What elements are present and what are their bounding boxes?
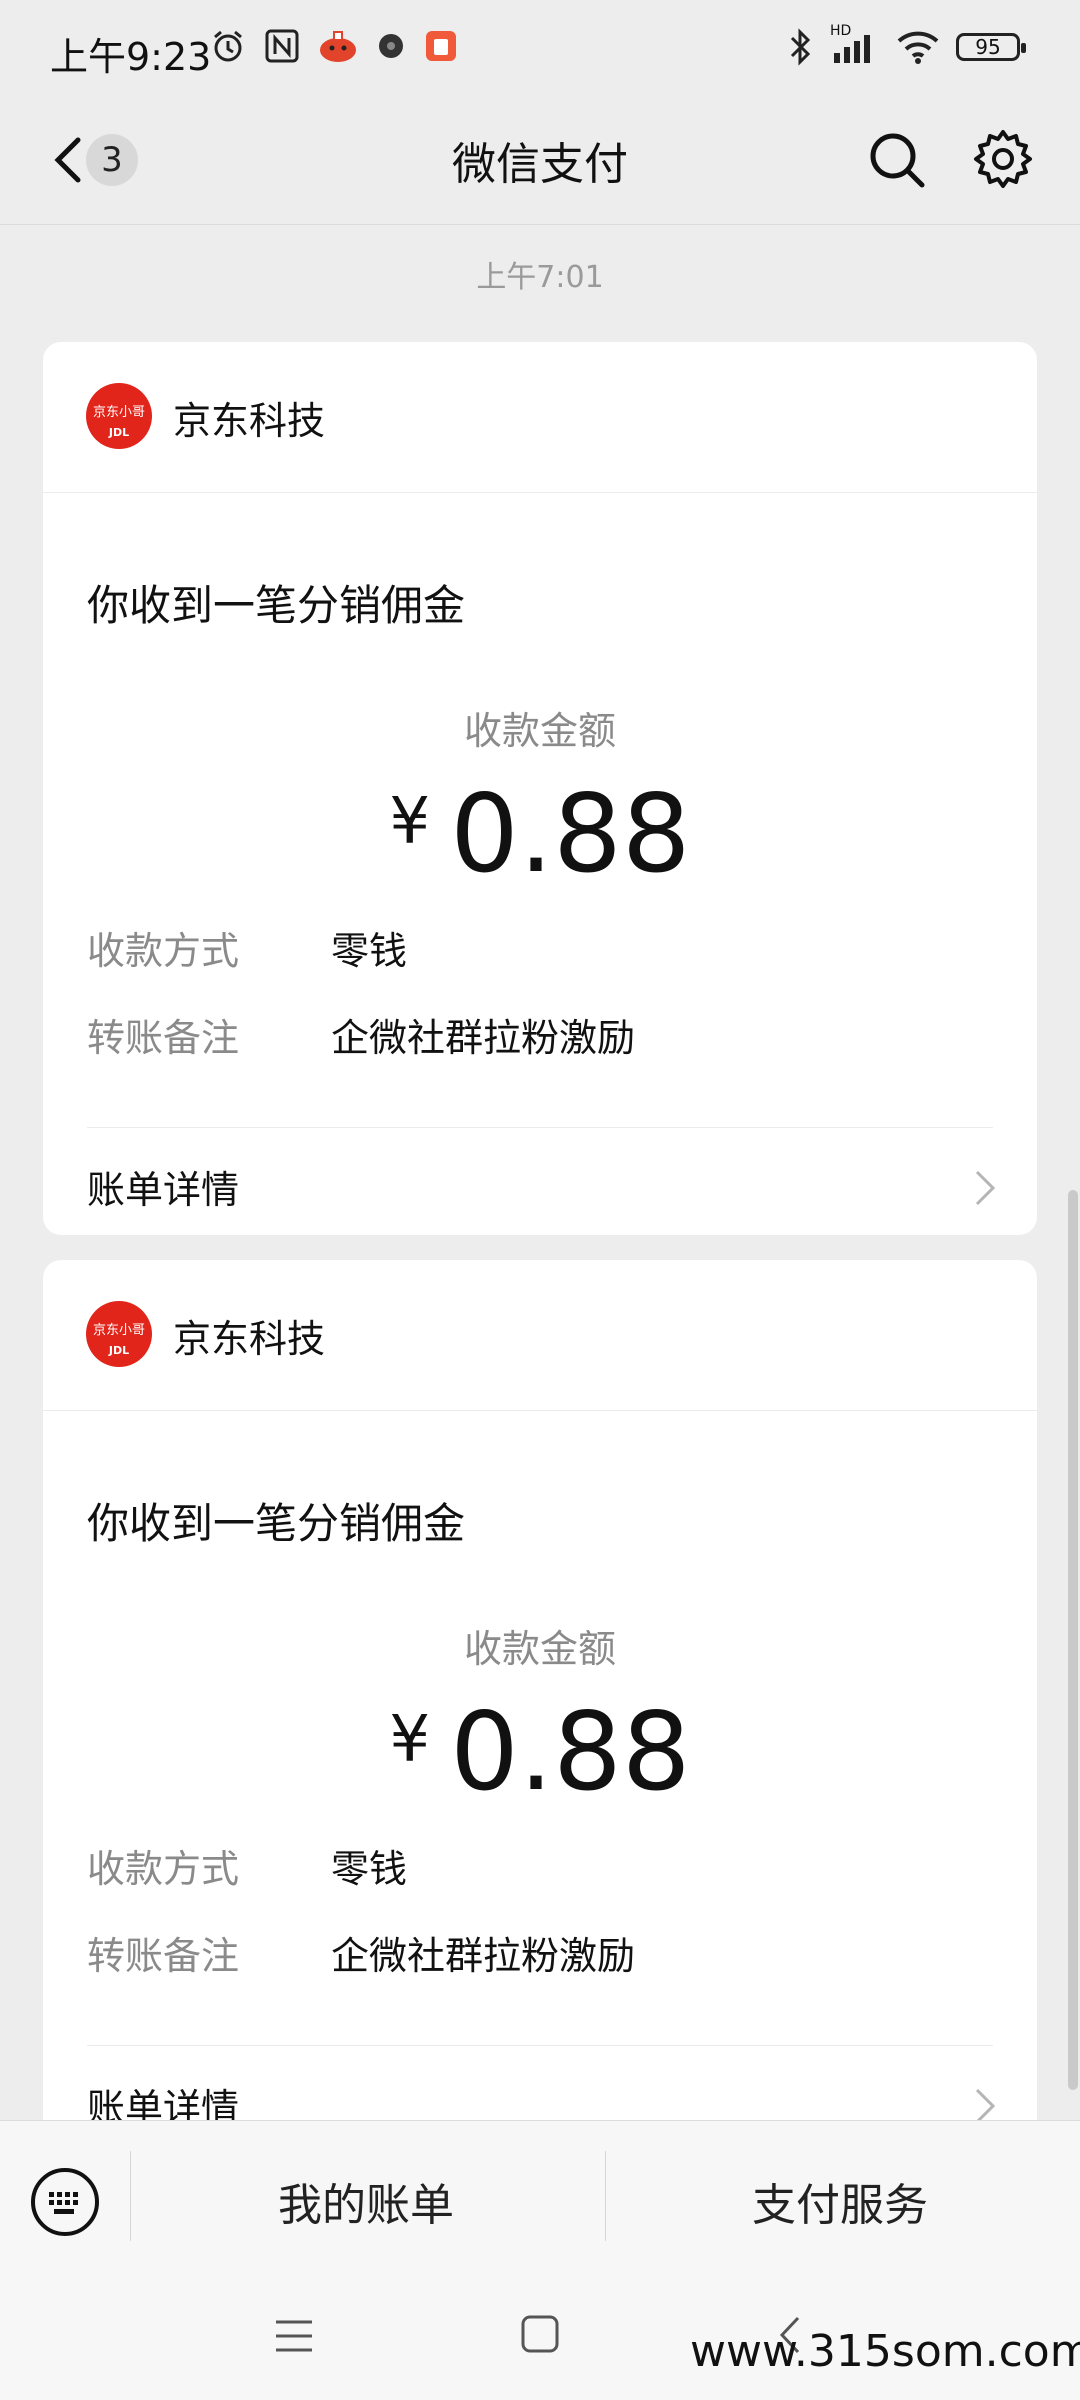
bill-details-link[interactable]: 账单详情 <box>87 2077 239 2120</box>
note-value: 企微社群拉粉激励 <box>331 1934 636 1978</box>
wifi-icon <box>897 31 939 64</box>
signal-strength: HD <box>830 23 880 65</box>
status-notification-icons <box>210 28 458 64</box>
cell-signal-icon <box>834 35 870 63</box>
bottom-menu-bar: 我的账单 支付服务 <box>0 2120 1080 2281</box>
my-bills-button[interactable]: 我的账单 <box>278 2169 454 2233</box>
scrollbar[interactable] <box>1068 1190 1078 2090</box>
svg-text:京东小哥: 京东小哥 <box>93 1323 145 1338</box>
svg-text:JDL: JDL <box>108 1344 129 1357</box>
battery-level: 95 <box>975 35 1001 59</box>
card-header[interactable]: 京东小哥 JDL 京东科技 <box>43 1260 1037 1411</box>
chevron-right-icon <box>975 2088 996 2120</box>
clipboard-icon <box>426 31 456 61</box>
payment-card[interactable]: 京东小哥 JDL 京东科技 你收到一笔分销佣金 收款金额 ¥0.88 收款方式 … <box>43 342 1037 1235</box>
amount-value: ¥0.88 <box>43 1690 1037 1815</box>
jd-logistics-logo-icon: 京东小哥 JDL <box>86 1301 152 1367</box>
merchant-name: 京东科技 <box>173 1317 326 1361</box>
battery-icon: 95 <box>956 33 1026 61</box>
card-divider <box>87 1127 993 1128</box>
menu-separator <box>605 2151 606 2241</box>
method-value: 零钱 <box>331 929 408 973</box>
amount-value: ¥0.88 <box>43 772 1037 897</box>
alarm-icon <box>214 30 242 62</box>
method-value: 零钱 <box>331 1847 408 1891</box>
nfc-icon <box>265 29 299 63</box>
record-icon <box>379 34 403 58</box>
jd-logistics-logo-icon: 京东小哥 JDL <box>86 383 152 449</box>
amount-label: 收款金额 <box>463 1627 616 1671</box>
message-title: 你收到一笔分销佣金 <box>87 1499 466 1548</box>
amount-number: 0.88 <box>450 772 691 897</box>
search-icon[interactable] <box>865 128 929 192</box>
currency-symbol: ¥ <box>389 785 431 859</box>
payment-card[interactable]: 京东小哥 JDL 京东科技 你收到一笔分销佣金 收款金额 ¥0.88 收款方式 … <box>43 1260 1037 2120</box>
merchant-name: 京东科技 <box>173 399 326 443</box>
app-notification-icon <box>320 31 356 62</box>
note-label: 转账备注 <box>87 1016 240 1060</box>
nav-divider <box>0 224 1080 225</box>
status-bar: 上午9:23 HD 95 <box>0 0 1080 100</box>
method-label: 收款方式 <box>87 929 240 973</box>
menu-icon[interactable] <box>272 2316 316 2356</box>
status-system-icons: HD 95 <box>786 23 1026 66</box>
payment-services-button[interactable]: 支付服务 <box>752 2169 928 2233</box>
gear-icon[interactable] <box>970 126 1036 192</box>
note-value: 企微社群拉粉激励 <box>331 1016 636 1060</box>
svg-text:京东小哥: 京东小哥 <box>93 405 145 420</box>
status-time: 上午9:23 <box>50 35 212 79</box>
message-title: 你收到一笔分销佣金 <box>87 581 466 630</box>
keyboard-icon[interactable] <box>30 2167 100 2237</box>
chevron-right-icon <box>975 1170 996 1206</box>
method-label: 收款方式 <box>87 1847 240 1891</box>
bill-details-link[interactable]: 账单详情 <box>87 1159 239 1214</box>
amount-label: 收款金额 <box>463 709 616 753</box>
menu-separator <box>130 2151 131 2241</box>
amount-number: 0.88 <box>450 1690 691 1815</box>
watermark: www.315som.com <box>690 2326 1080 2377</box>
bluetooth-icon <box>790 28 811 66</box>
message-timestamp: 上午7:01 <box>476 260 604 295</box>
currency-symbol: ¥ <box>389 1703 431 1777</box>
svg-text:JDL: JDL <box>108 426 129 439</box>
card-header[interactable]: 京东小哥 JDL 京东科技 <box>43 342 1037 493</box>
home-icon[interactable] <box>520 2314 560 2354</box>
note-label: 转账备注 <box>87 1934 240 1978</box>
card-divider <box>87 2045 993 2046</box>
